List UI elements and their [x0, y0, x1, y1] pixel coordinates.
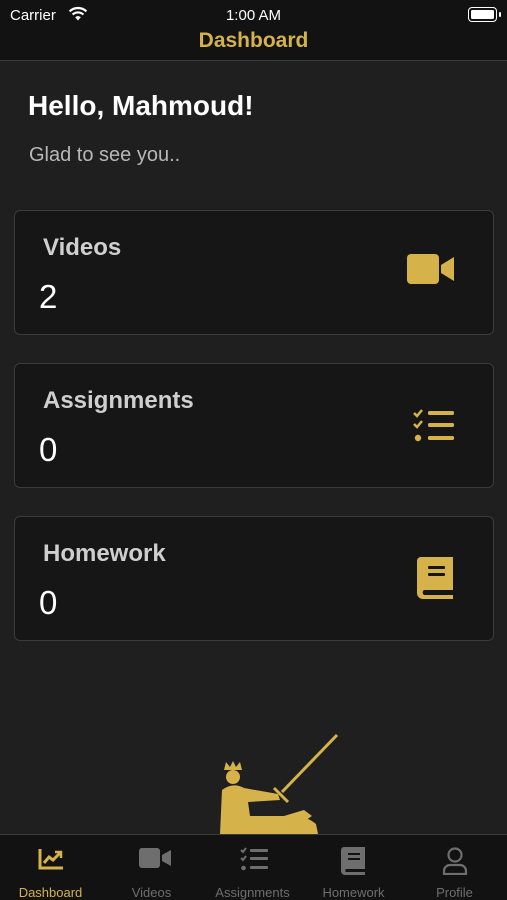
book-icon: [341, 847, 365, 875]
card-count: 0: [39, 431, 58, 468]
assignments-card[interactable]: Assignments 0: [14, 363, 494, 488]
tab-dashboard[interactable]: Dashboard: [0, 835, 101, 900]
card-label: Homework: [43, 540, 166, 567]
greeting-title: Hello, Mahmoud!: [28, 90, 254, 121]
battery-icon: [468, 7, 501, 22]
tab-profile[interactable]: Profile: [404, 835, 505, 900]
video-camera-icon: [407, 254, 454, 284]
tab-label: Profile: [436, 885, 473, 900]
tab-label: Videos: [131, 885, 172, 900]
homework-card[interactable]: Homework 0: [14, 516, 494, 641]
tab-label: Homework: [322, 885, 385, 900]
knight-on-horse-logo: [220, 733, 339, 834]
tab-bar: Dashboard Videos Assignments Homework Pr…: [0, 834, 507, 900]
card-count: 0: [39, 584, 58, 621]
video-camera-icon: [139, 848, 171, 868]
tab-assignments[interactable]: Assignments: [202, 835, 303, 900]
greeting-subtitle: Glad to see you..: [29, 144, 181, 166]
videos-card[interactable]: Videos 2: [14, 210, 494, 335]
tab-videos[interactable]: Videos: [101, 835, 202, 900]
tab-label: Dashboard: [18, 885, 83, 900]
tab-homework[interactable]: Homework: [303, 835, 404, 900]
checklist-icon: [240, 847, 268, 871]
user-icon: [442, 847, 468, 875]
page-title: Dashboard: [198, 29, 309, 52]
card-label: Videos: [43, 234, 122, 261]
navigation-bar: Dashboard: [0, 28, 507, 61]
card-label: Assignments: [43, 387, 194, 414]
status-bar: Carrier 1:00 AM: [0, 0, 507, 28]
card-count: 2: [39, 278, 58, 315]
checklist-icon: [413, 409, 454, 442]
status-time: 1:00 AM: [225, 7, 282, 24]
book-icon: [417, 557, 453, 599]
tab-label: Assignments: [215, 885, 290, 900]
chart-line-icon: [38, 849, 63, 870]
